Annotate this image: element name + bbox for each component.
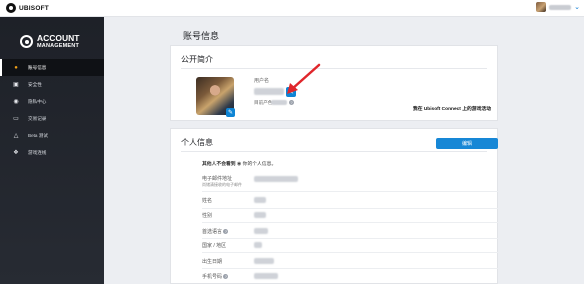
- row-divider: [202, 252, 498, 253]
- ubisoft-logo-icon: [6, 3, 16, 13]
- sidebar-item-label: 隐私中心: [28, 98, 47, 104]
- gamepad-icon: ❖: [13, 150, 19, 156]
- email-value-redacted: [254, 176, 298, 182]
- sidebar-item-label: 账号信息: [28, 64, 47, 70]
- email-sublabel: 尚储清接收的电子邮件: [202, 182, 242, 187]
- personal-info-card: 个人信息 编辑 其他人不会看到 ◉ 你的个人信息。 电子邮件地址 尚储清接收的电…: [170, 128, 498, 284]
- user-icon: ●: [14, 64, 18, 71]
- sidebar-nav: ● 账号信息 ▣ 安全性 ◉ 隐私中心 ▭ 交易记录 △ Beta 测试 ❖ 游…: [0, 59, 104, 161]
- divider: [181, 151, 487, 152]
- user-name-redacted: [549, 4, 572, 10]
- eye-icon: ◉: [236, 161, 242, 167]
- country-label: 国家 / 地区: [202, 243, 227, 249]
- divider: [181, 68, 487, 69]
- card-icon: ▭: [13, 116, 19, 122]
- sidebar-item-security[interactable]: ▣ 安全性: [0, 76, 104, 93]
- edit-button[interactable]: 编辑: [436, 138, 498, 149]
- sidebar-item-account-info[interactable]: ● 账号信息: [0, 59, 104, 76]
- name-value-redacted: [254, 197, 266, 203]
- birthdate-label: 出生日期: [202, 259, 223, 265]
- gender-label: 性别: [202, 213, 213, 219]
- pencil-icon[interactable]: ✎: [226, 108, 235, 117]
- account-management-logo[interactable]: ACCOUNT MANAGEMENT: [20, 34, 80, 49]
- flask-icon: △: [13, 133, 19, 139]
- birthdate-value-redacted: [254, 258, 274, 264]
- row-divider: [202, 208, 498, 209]
- language-label-text: 首选语言: [202, 229, 223, 235]
- sidebar-item-label: 安全性: [28, 81, 42, 87]
- top-bar: UBISOFT ⌄: [0, 0, 584, 17]
- help-icon[interactable]: ?: [223, 274, 229, 280]
- phone-label: 手机号码 ?: [202, 273, 229, 280]
- region-value-redacted: [271, 100, 287, 105]
- sidebar-item-label: Beta 测试: [28, 132, 48, 138]
- sidebar-item-beta[interactable]: △ Beta 测试: [0, 127, 104, 144]
- language-value-redacted: [254, 228, 268, 234]
- sidebar-item-privacy[interactable]: ◉ 隐私中心: [0, 93, 104, 110]
- sidebar: ACCOUNT MANAGEMENT ● 账号信息 ▣ 安全性 ◉ 隐私中心 ▭…: [0, 17, 104, 284]
- region-label: 目前产色: [254, 100, 273, 105]
- email-label: 电子邮件地址: [202, 176, 233, 182]
- ubisoft-connect-activity-link[interactable]: 我在 Ubisoft Connect 上的游戏活动: [413, 105, 491, 112]
- personal-info-title: 个人信息: [181, 138, 213, 147]
- public-profile-card: 公开简介 ✎ 用户名 ✎ 目前产色 ? 我在 Ubisoft Connect 上…: [170, 45, 498, 121]
- lock-icon: ▣: [13, 82, 19, 88]
- sidebar-item-label: 游戏连线: [28, 149, 47, 155]
- row-divider: [202, 222, 498, 223]
- page-title: 账号信息: [183, 31, 220, 41]
- logo-line-1: ACCOUNT: [37, 33, 80, 43]
- sidebar-item-linked-games[interactable]: ❖ 游戏连线: [0, 144, 104, 161]
- gender-value-redacted: [254, 212, 266, 218]
- phone-value-redacted: [254, 273, 278, 279]
- chevron-down-icon[interactable]: ⌄: [574, 3, 580, 11]
- username-value-redacted: [254, 88, 284, 95]
- logo-line-2: MANAGEMENT: [37, 42, 80, 49]
- privacy-note-prefix: 其他人不会看到: [202, 162, 236, 167]
- user-menu[interactable]: ⌄: [536, 2, 580, 12]
- help-icon[interactable]: ?: [223, 229, 229, 235]
- name-label: 姓名: [202, 198, 213, 204]
- eye-icon: ◉: [13, 99, 19, 105]
- brand-name: UBISOFT: [19, 4, 49, 12]
- row-divider: [202, 238, 498, 239]
- ubisoft-logo[interactable]: UBISOFT: [6, 3, 49, 13]
- language-label: 首选语言 ?: [202, 228, 229, 235]
- avatar[interactable]: [536, 2, 547, 12]
- row-divider: [202, 268, 498, 269]
- ubisoft-swirl-icon: [20, 35, 33, 48]
- phone-label-text: 手机号码: [202, 274, 223, 280]
- privacy-note-suffix: 你的个人信息。: [242, 162, 277, 167]
- username-label: 用户名: [254, 78, 270, 84]
- red-arrow-annotation: [287, 63, 321, 94]
- country-value-redacted: [254, 242, 262, 248]
- public-profile-title: 公开简介: [181, 55, 213, 64]
- sidebar-item-transactions[interactable]: ▭ 交易记录: [0, 110, 104, 127]
- help-icon[interactable]: ?: [289, 100, 294, 105]
- privacy-note: 其他人不会看到 ◉ 你的个人信息。: [202, 160, 276, 167]
- row-divider: [202, 191, 498, 192]
- sidebar-item-label: 交易记录: [28, 115, 47, 121]
